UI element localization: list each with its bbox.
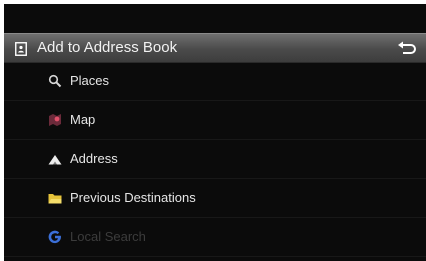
- back-arrow-icon: [398, 41, 416, 54]
- menu-item-address[interactable]: Address: [4, 141, 426, 179]
- google-icon: [48, 230, 62, 244]
- menu-item-label: Previous Destinations: [70, 190, 196, 205]
- menu-item-local-search: Local Search: [4, 219, 426, 257]
- map-icon: [48, 113, 62, 127]
- menu-item-label: Map: [70, 112, 96, 127]
- search-icon: [48, 74, 62, 88]
- folder-icon: [48, 191, 62, 205]
- title-bar: Add to Address Book: [4, 33, 426, 63]
- page-title: Add to Address Book: [37, 39, 178, 56]
- menu-item-label: Address: [70, 151, 118, 166]
- address-book-icon: [15, 42, 27, 56]
- menu-item-previous-destinations[interactable]: Previous Destinations: [4, 180, 426, 218]
- back-button[interactable]: [396, 40, 418, 58]
- navigation-screen: Add to Address Book Places Map Address P…: [4, 4, 426, 261]
- menu-item-label: Places: [70, 73, 110, 88]
- menu-item-places[interactable]: Places: [4, 63, 426, 101]
- menu-item-label: Local Search: [70, 229, 146, 244]
- address-icon: [48, 152, 62, 166]
- menu-item-map[interactable]: Map: [4, 102, 426, 140]
